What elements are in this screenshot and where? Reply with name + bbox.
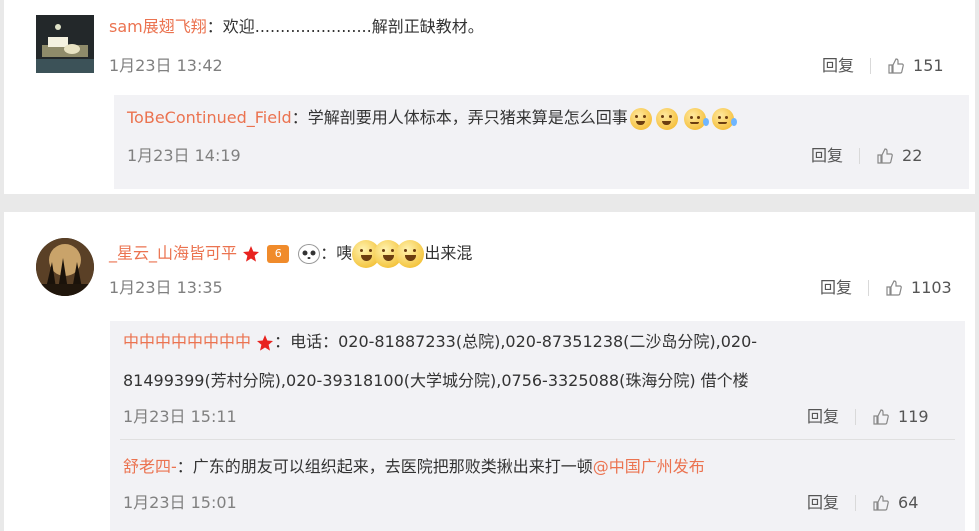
reply-list: ToBeContinued_Field：学解剖要用人体标本，弄只猪来算是怎么回事…: [114, 95, 969, 189]
reply-divider: [120, 439, 955, 440]
vip-badge: 6: [267, 245, 290, 263]
like-count: 22: [902, 146, 923, 165]
panda-icon: [298, 244, 321, 264]
comment-body: _星云_山海皆可平 6 ：咦 出来混: [109, 240, 472, 268]
timestamp: 1月23日 15:11: [123, 407, 237, 426]
action-divider: [855, 495, 857, 511]
like-count: 151: [913, 56, 944, 75]
comment-body: sam展翅飞翔：欢迎.......................解剖正缺教材。: [109, 16, 484, 38]
reply-button[interactable]: 回复: [811, 145, 843, 167]
username-link[interactable]: _星云_山海皆可平: [109, 244, 237, 263]
reply-button[interactable]: 回复: [807, 492, 839, 514]
star-icon: [257, 334, 274, 351]
thumbs-up-icon: [873, 495, 889, 511]
reply-actions: 回复 64: [807, 492, 918, 514]
action-divider: [859, 148, 861, 164]
mention-link[interactable]: @中国广州发布: [593, 457, 705, 476]
grin-emoji: [396, 240, 425, 268]
like-button[interactable]: 151: [887, 55, 944, 77]
comment-actions: 回复 151: [822, 55, 944, 77]
star-icon: [243, 246, 260, 262]
thumbs-up-icon: [873, 409, 889, 425]
reply-body: 舒老四-：广东的朋友可以组织起来，去医院把那败类揪出来打一顿@中国广州发布: [123, 456, 705, 478]
reply-button[interactable]: 回复: [820, 277, 852, 299]
username-link[interactable]: sam展翅飞翔: [109, 17, 207, 36]
reply-list: 中中中中中中中中 ：电话：020-81887233(总院),020-873512…: [110, 321, 965, 531]
action-divider: [855, 409, 857, 425]
comment-card: sam展翅飞翔：欢迎.......................解剖正缺教材。…: [4, 0, 975, 194]
reply-actions: 回复 22: [811, 145, 922, 167]
comment-actions: 回复 1103: [820, 277, 952, 299]
username-link[interactable]: ToBeContinued_Field: [127, 108, 292, 127]
like-count: 119: [898, 407, 929, 426]
like-count: 1103: [911, 278, 952, 297]
comment-text: 出来混: [424, 243, 473, 263]
avatar[interactable]: [36, 15, 94, 73]
username-link[interactable]: 中中中中中中中中: [123, 332, 251, 351]
timestamp: 1月23日 13:42: [109, 56, 223, 75]
reply-button[interactable]: 回复: [807, 406, 839, 428]
comment-text: ：欢迎.......................解剖正缺教材。: [206, 17, 484, 36]
timestamp: 1月23日 13:35: [109, 278, 223, 297]
thumbs-up-icon: [877, 148, 893, 164]
timestamp: 1月23日 14:19: [127, 146, 241, 165]
like-button[interactable]: 119: [872, 406, 929, 428]
reply-body: 中中中中中中中中 ：电话：020-81887233(总院),020-873512…: [123, 331, 757, 353]
sweat-emoji: [683, 107, 709, 130]
like-button[interactable]: 1103: [885, 277, 952, 299]
like-button[interactable]: 64: [872, 492, 918, 514]
sweat-emoji: [711, 107, 737, 130]
thumbs-up-icon: [888, 58, 904, 74]
reply-text: 81499399(芳村分院),020-39318100(大学城分院),0756-…: [123, 371, 749, 390]
reply-text: ：学解剖要用人体标本，弄只猪来算是怎么回事: [291, 108, 628, 127]
username-link[interactable]: 舒老四-: [123, 457, 177, 476]
avatar[interactable]: [36, 238, 94, 296]
like-count: 64: [898, 493, 919, 512]
comment-text: ：咦: [320, 243, 353, 263]
reply-button[interactable]: 回复: [822, 55, 854, 77]
action-divider: [868, 280, 870, 296]
action-divider: [870, 58, 872, 74]
timestamp: 1月23日 15:01: [123, 493, 237, 512]
dizzy-emoji: [655, 107, 678, 130]
reply-text: ：广东的朋友可以组织起来，去医院把那败类揪出来打一顿: [176, 457, 593, 476]
reply-actions: 回复 119: [807, 406, 929, 428]
reply-text: ：电话：020-81887233(总院),020-87351238(二沙岛分院)…: [274, 332, 758, 351]
reply-body: ToBeContinued_Field：学解剖要用人体标本，弄只猪来算是怎么回事: [127, 107, 737, 130]
reply-body-continued: 81499399(芳村分院),020-39318100(大学城分院),0756-…: [123, 370, 749, 392]
thumbs-up-icon: [886, 280, 902, 296]
dizzy-emoji: [629, 107, 652, 130]
like-button[interactable]: 22: [876, 145, 922, 167]
